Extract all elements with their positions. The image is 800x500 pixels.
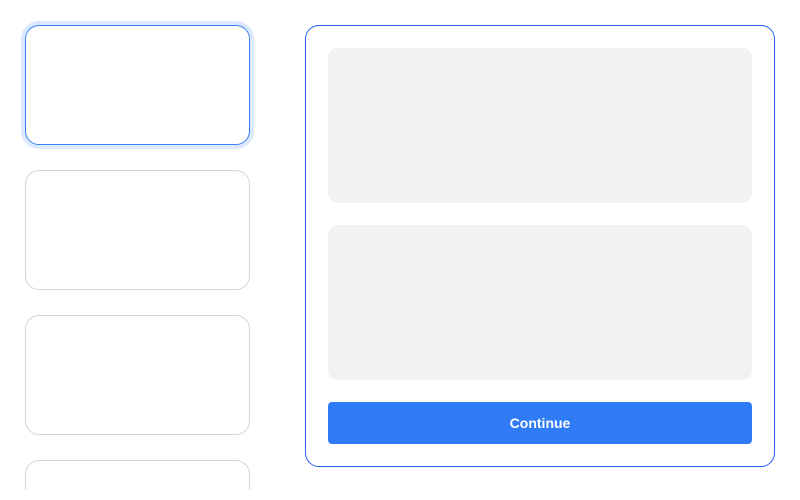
continue-button[interactable]: Continue — [328, 402, 752, 444]
content-card: Continue — [305, 25, 775, 467]
sidebar — [25, 25, 250, 500]
sidebar-item-1[interactable] — [25, 25, 250, 145]
sidebar-item-4[interactable] — [25, 460, 250, 490]
main-panel: Continue — [305, 25, 775, 500]
content-block-2 — [328, 225, 752, 380]
sidebar-item-3[interactable] — [25, 315, 250, 435]
sidebar-item-2[interactable] — [25, 170, 250, 290]
content-block-1 — [328, 48, 752, 203]
